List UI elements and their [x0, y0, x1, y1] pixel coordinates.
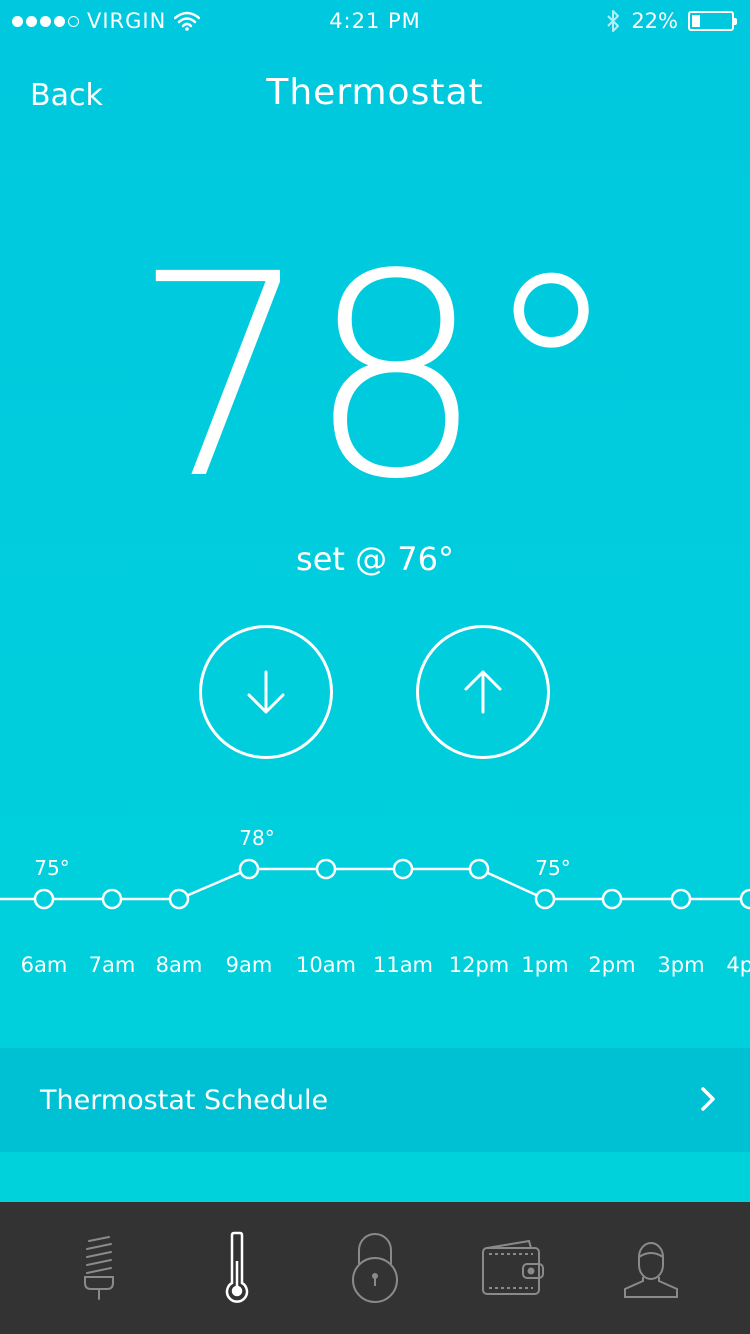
chart-point-1pm — [534, 888, 556, 910]
arrow-down-icon — [247, 670, 285, 714]
status-right: 22% — [605, 9, 737, 33]
x-tick-label: 1pm — [521, 953, 568, 977]
chart-point-2pm — [601, 888, 623, 910]
user-icon — [624, 1242, 678, 1298]
x-tick-label: 3pm — [657, 953, 704, 977]
x-tick-label: 7am — [89, 953, 136, 977]
wallet-icon — [482, 1239, 544, 1295]
tab-thermostat[interactable] — [192, 1223, 282, 1313]
x-tick-label: 8am — [156, 953, 203, 977]
chart-point-7am — [101, 888, 123, 910]
chart-point-9am — [238, 858, 260, 880]
battery-fill — [692, 15, 700, 27]
temperature-chart: 6am 7am 8am 9am 10am 11am 12pm 1pm 2pm 3pm 4pm 75° 7… — [0, 810, 750, 990]
tab-wallet[interactable] — [468, 1223, 558, 1313]
chart-point-12pm — [468, 858, 490, 880]
data-label: 75° — [34, 856, 69, 880]
status-bar: VIRGIN 4:21 PM 22% — [0, 0, 750, 44]
page-title: Thermostat — [266, 72, 484, 113]
chart-point-8am — [168, 888, 190, 910]
schedule-label: Thermostat Schedule — [40, 1084, 329, 1116]
arrow-up-icon — [464, 670, 502, 714]
data-label: 75° — [535, 856, 570, 880]
thermometer-icon — [225, 1231, 249, 1303]
chart-point-10am — [315, 858, 337, 880]
battery-percent: 22% — [631, 9, 678, 33]
x-tick-label: 11am — [373, 953, 433, 977]
x-tick-label: 2pm — [588, 953, 635, 977]
x-tick-label: 12pm — [449, 953, 510, 977]
current-temperature: 78° — [132, 215, 621, 541]
chart-point-3pm — [670, 888, 692, 910]
data-label: 78° — [239, 826, 274, 850]
thermostat-schedule-row[interactable]: Thermostat Schedule — [0, 1048, 750, 1152]
x-tick-label: 9am — [226, 953, 273, 977]
battery-icon — [688, 11, 737, 31]
tab-lock[interactable] — [330, 1223, 420, 1313]
tab-profile[interactable] — [606, 1223, 696, 1313]
x-tick-label: 10am — [296, 953, 356, 977]
lock-icon — [352, 1233, 398, 1303]
chart-point-4pm — [739, 888, 750, 910]
chevron-right-icon — [701, 1087, 715, 1111]
increase-temp-button[interactable] — [416, 625, 550, 759]
temperature-chart-svg: 6am 7am 8am 9am 10am 11am 12pm 1pm 2pm 3pm 4pm 75° 7… — [0, 826, 750, 977]
tab-bar — [0, 1202, 750, 1334]
decrease-temp-button[interactable] — [199, 625, 333, 759]
chart-point-6am — [33, 888, 55, 910]
chart-point-11am — [392, 858, 414, 880]
light-bulb-icon — [84, 1236, 114, 1300]
tab-lights[interactable] — [54, 1223, 144, 1313]
set-temperature: set @ 76° — [296, 540, 454, 578]
x-tick-label: 4pm — [726, 953, 750, 977]
x-tick-label: 6am — [21, 953, 68, 977]
bluetooth-icon — [607, 10, 620, 32]
